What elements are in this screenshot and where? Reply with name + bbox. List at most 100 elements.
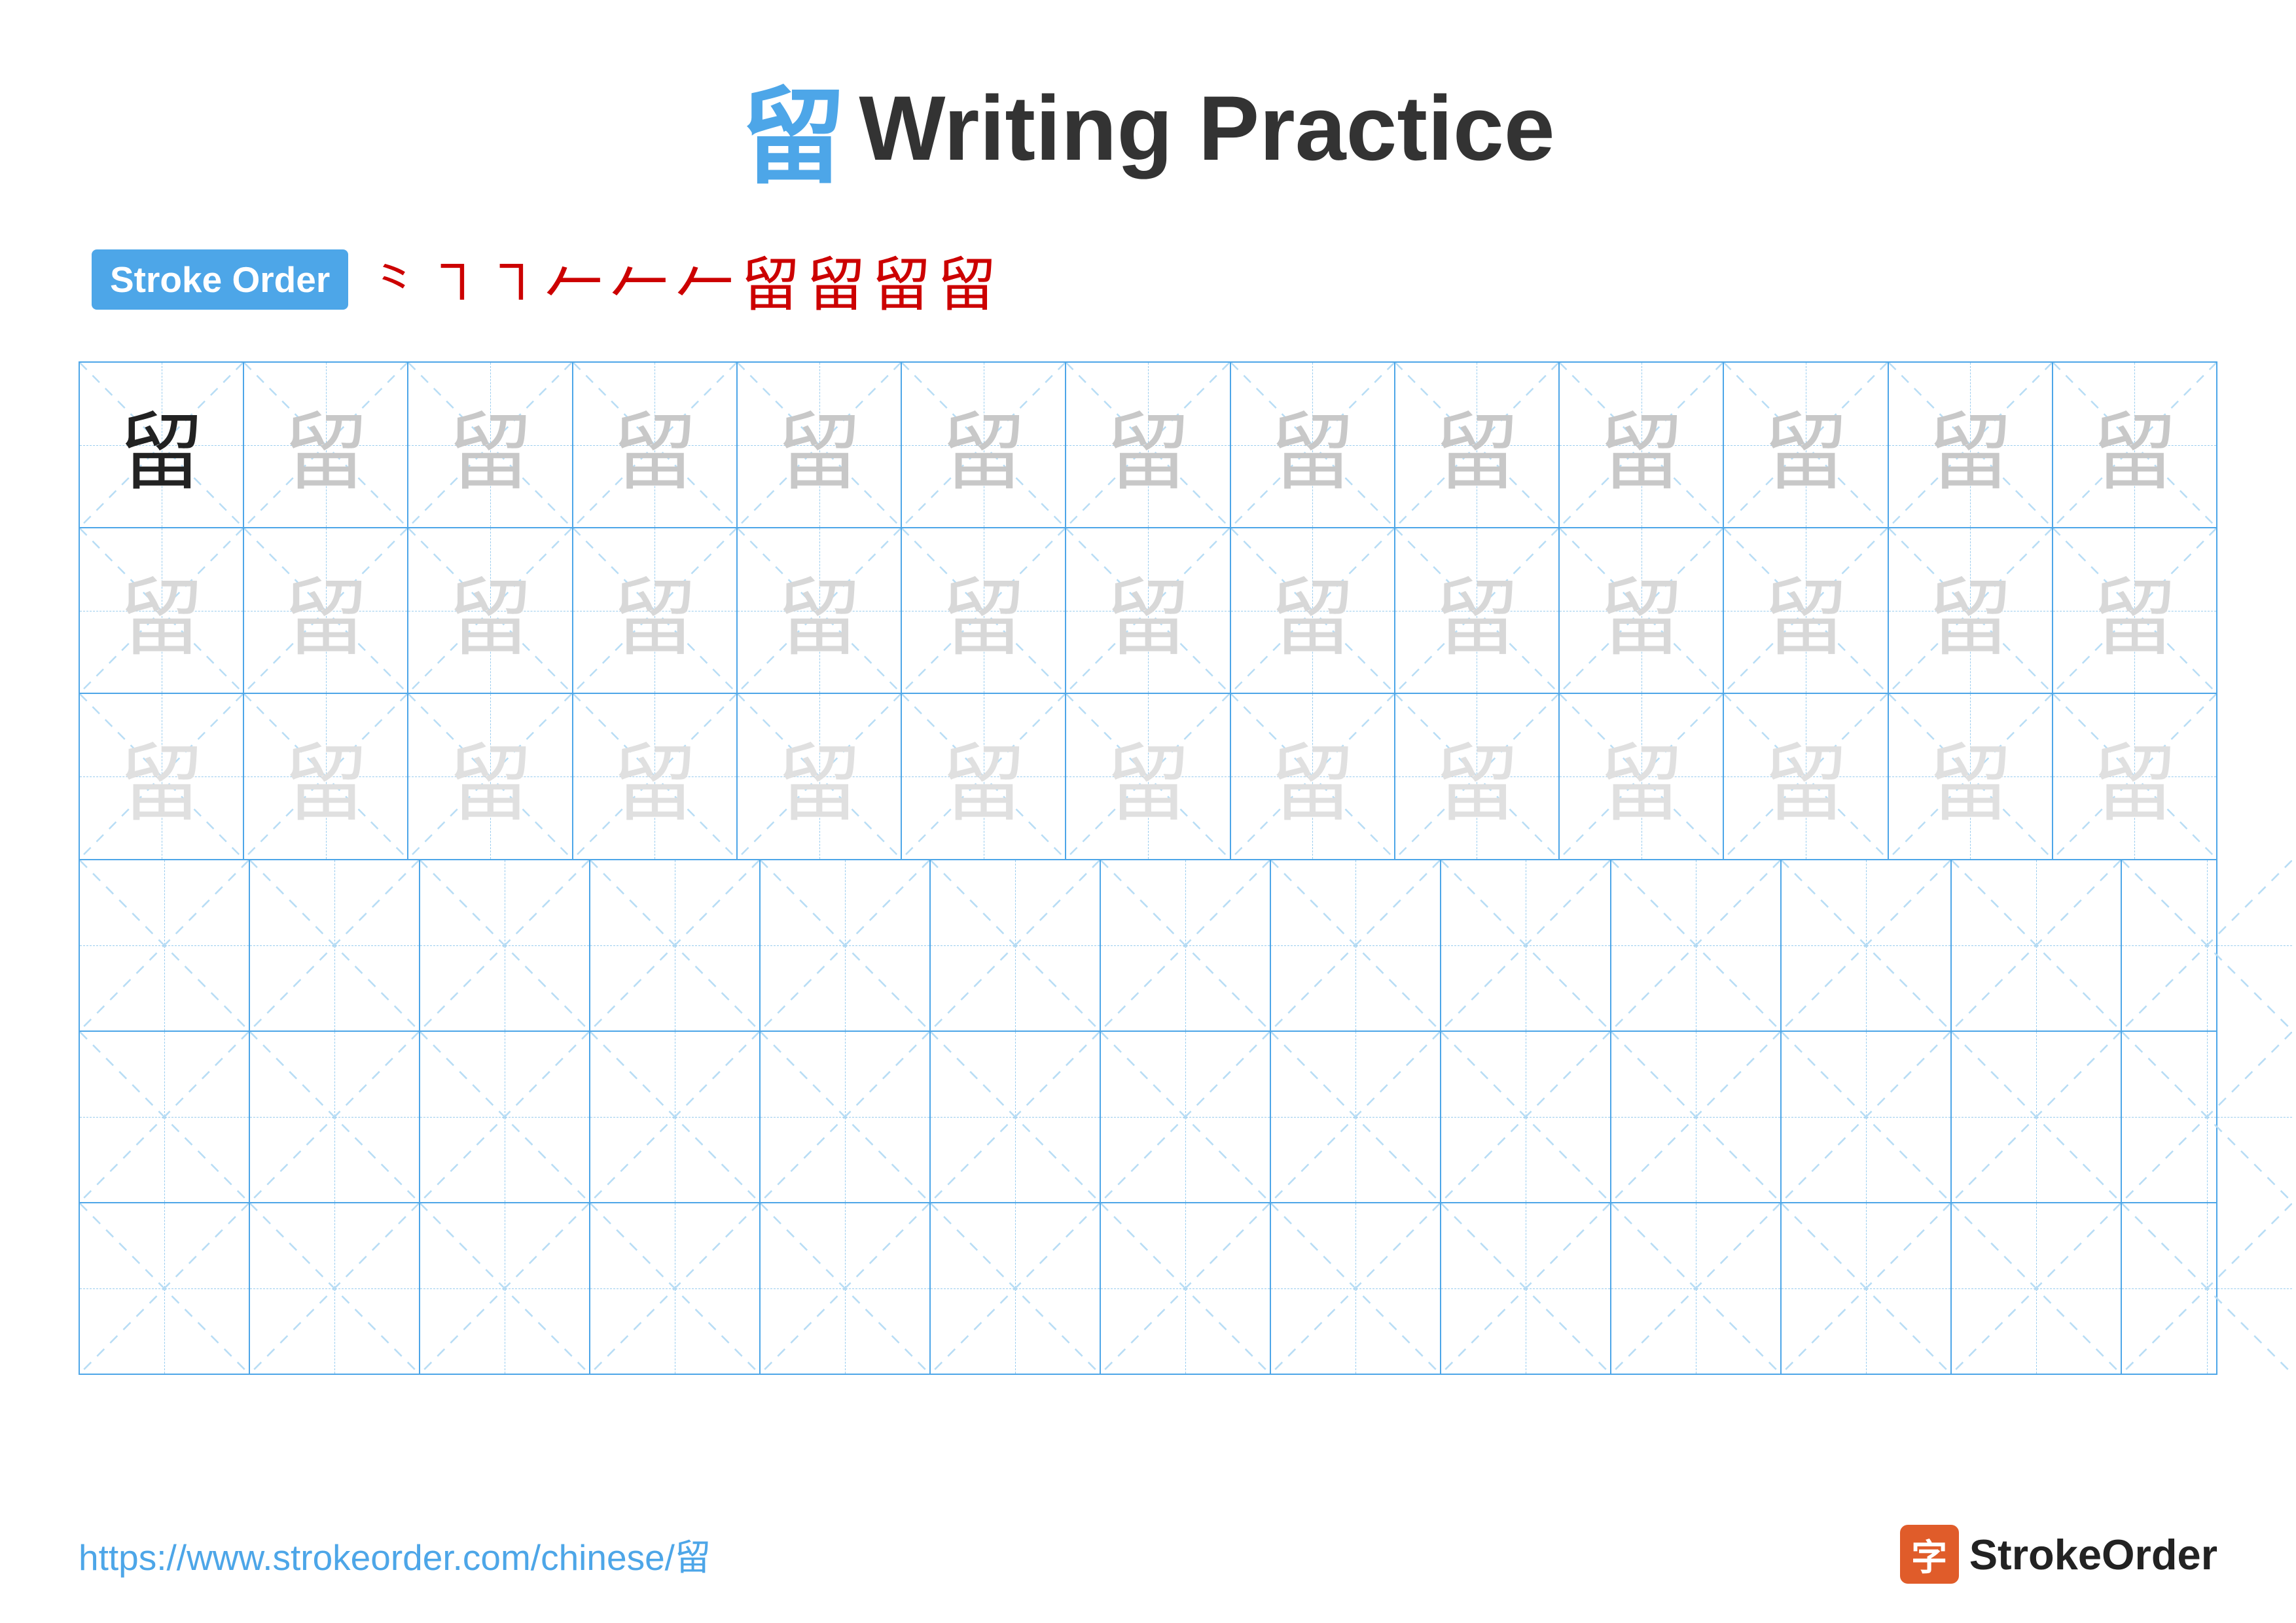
grid-cell-5-10[interactable] xyxy=(1611,1032,1782,1202)
grid-cell-2-10[interactable]: 留 xyxy=(1560,528,1724,693)
grid-cell-4-5[interactable] xyxy=(761,860,931,1030)
grid-cell-5-8[interactable] xyxy=(1271,1032,1441,1202)
grid-cell-1-11[interactable]: 留 xyxy=(1724,363,1888,527)
grid-cell-6-3[interactable] xyxy=(420,1203,590,1374)
grid-cell-4-6[interactable] xyxy=(931,860,1101,1030)
grid-cell-4-10[interactable] xyxy=(1611,860,1782,1030)
grid-cell-2-11[interactable]: 留 xyxy=(1724,528,1888,693)
practice-char-light: 留 xyxy=(777,384,862,507)
grid-cell-1-3[interactable]: 留 xyxy=(408,363,573,527)
grid-cell-2-12[interactable]: 留 xyxy=(1889,528,2053,693)
grid-cell-2-9[interactable]: 留 xyxy=(1395,528,1560,693)
grid-cell-6-8[interactable] xyxy=(1271,1203,1441,1374)
grid-row-1: 留 留 留 留 留 留 xyxy=(80,363,2216,528)
grid-cell-4-9[interactable] xyxy=(1441,860,1611,1030)
grid-cell-1-4[interactable]: 留 xyxy=(573,363,738,527)
practice-char-lighter: 留 xyxy=(2092,549,2177,672)
grid-cell-5-1[interactable] xyxy=(80,1032,250,1202)
grid-cell-3-2[interactable]: 留 xyxy=(244,694,408,858)
grid-cell-3-13[interactable]: 留 xyxy=(2053,694,2216,858)
grid-cell-5-13[interactable] xyxy=(2122,1032,2292,1202)
grid-cell-2-2[interactable]: 留 xyxy=(244,528,408,693)
grid-cell-2-4[interactable]: 留 xyxy=(573,528,738,693)
practice-char-light: 留 xyxy=(1599,384,1684,507)
grid-cell-5-11[interactable] xyxy=(1782,1032,1952,1202)
grid-cell-4-12[interactable] xyxy=(1952,860,2122,1030)
practice-char-vlight: 留 xyxy=(1105,715,1191,838)
grid-cell-3-1[interactable]: 留 xyxy=(80,694,244,858)
practice-char-lighter: 留 xyxy=(612,549,697,672)
grid-cell-1-9[interactable]: 留 xyxy=(1395,363,1560,527)
grid-cell-6-4[interactable] xyxy=(590,1203,761,1374)
stroke-5: 𠂉 xyxy=(610,237,669,322)
grid-cell-2-7[interactable]: 留 xyxy=(1066,528,1230,693)
grid-cell-6-9[interactable] xyxy=(1441,1203,1611,1374)
grid-cell-3-10[interactable]: 留 xyxy=(1560,694,1724,858)
grid-cell-1-7[interactable]: 留 xyxy=(1066,363,1230,527)
grid-cell-5-2[interactable] xyxy=(250,1032,420,1202)
grid-cell-3-3[interactable]: 留 xyxy=(408,694,573,858)
grid-cell-1-13[interactable]: 留 xyxy=(2053,363,2216,527)
grid-cell-6-5[interactable] xyxy=(761,1203,931,1374)
grid-cell-3-7[interactable]: 留 xyxy=(1066,694,1230,858)
grid-cell-1-6[interactable]: 留 xyxy=(902,363,1066,527)
practice-char-vlight: 留 xyxy=(941,715,1026,838)
grid-cell-6-12[interactable] xyxy=(1952,1203,2122,1374)
grid-cell-5-9[interactable] xyxy=(1441,1032,1611,1202)
grid-cell-2-8[interactable]: 留 xyxy=(1231,528,1395,693)
grid-cell-6-2[interactable] xyxy=(250,1203,420,1374)
practice-char-light: 留 xyxy=(1763,384,1848,507)
grid-cell-3-4[interactable]: 留 xyxy=(573,694,738,858)
grid-cell-1-12[interactable]: 留 xyxy=(1889,363,2053,527)
grid-cell-2-13[interactable]: 留 xyxy=(2053,528,2216,693)
grid-cell-2-5[interactable]: 留 xyxy=(738,528,902,693)
grid-cell-1-8[interactable]: 留 xyxy=(1231,363,1395,527)
grid-cell-3-8[interactable]: 留 xyxy=(1231,694,1395,858)
grid-cell-3-9[interactable]: 留 xyxy=(1395,694,1560,858)
practice-char-lighter: 留 xyxy=(1105,549,1191,672)
grid-cell-2-3[interactable]: 留 xyxy=(408,528,573,693)
grid-cell-4-1[interactable] xyxy=(80,860,250,1030)
grid-cell-4-13[interactable] xyxy=(2122,860,2292,1030)
grid-cell-1-1[interactable]: 留 xyxy=(80,363,244,527)
grid-cell-3-5[interactable]: 留 xyxy=(738,694,902,858)
grid-row-5 xyxy=(80,1032,2216,1203)
practice-char-vlight: 留 xyxy=(777,715,862,838)
grid-cell-4-2[interactable] xyxy=(250,860,420,1030)
grid-cell-5-12[interactable] xyxy=(1952,1032,2122,1202)
grid-row-6 xyxy=(80,1203,2216,1374)
practice-grid: 留 留 留 留 留 留 xyxy=(79,361,2217,1375)
grid-cell-5-3[interactable] xyxy=(420,1032,590,1202)
grid-cell-3-6[interactable]: 留 xyxy=(902,694,1066,858)
page-title: Writing Practice xyxy=(859,75,1554,181)
grid-cell-6-13[interactable] xyxy=(2122,1203,2292,1374)
grid-cell-4-4[interactable] xyxy=(590,860,761,1030)
grid-cell-5-4[interactable] xyxy=(590,1032,761,1202)
practice-char-vlight: 留 xyxy=(283,715,368,838)
grid-cell-4-7[interactable] xyxy=(1101,860,1271,1030)
grid-cell-3-12[interactable]: 留 xyxy=(1889,694,2053,858)
grid-cell-1-10[interactable]: 留 xyxy=(1560,363,1724,527)
grid-cell-6-10[interactable] xyxy=(1611,1203,1782,1374)
grid-cell-6-1[interactable] xyxy=(80,1203,250,1374)
grid-cell-6-7[interactable] xyxy=(1101,1203,1271,1374)
grid-cell-5-7[interactable] xyxy=(1101,1032,1271,1202)
grid-cell-4-3[interactable] xyxy=(420,860,590,1030)
grid-cell-1-2[interactable]: 留 xyxy=(244,363,408,527)
grid-cell-6-11[interactable] xyxy=(1782,1203,1952,1374)
stroke-10: 留 xyxy=(937,237,996,322)
grid-cell-5-5[interactable] xyxy=(761,1032,931,1202)
practice-char-lighter: 留 xyxy=(1270,549,1355,672)
grid-cell-2-1[interactable]: 留 xyxy=(80,528,244,693)
practice-char-vlight: 留 xyxy=(2092,715,2177,838)
grid-cell-4-8[interactable] xyxy=(1271,860,1441,1030)
grid-cell-1-5[interactable]: 留 xyxy=(738,363,902,527)
grid-cell-6-6[interactable] xyxy=(931,1203,1101,1374)
grid-cell-3-11[interactable]: 留 xyxy=(1724,694,1888,858)
footer-url[interactable]: https://www.strokeorder.com/chinese/留 xyxy=(79,1528,711,1580)
practice-char-vlight: 留 xyxy=(448,715,533,838)
grid-cell-5-6[interactable] xyxy=(931,1032,1101,1202)
practice-char-vlight: 留 xyxy=(1599,715,1684,838)
grid-cell-2-6[interactable]: 留 xyxy=(902,528,1066,693)
grid-cell-4-11[interactable] xyxy=(1782,860,1952,1030)
